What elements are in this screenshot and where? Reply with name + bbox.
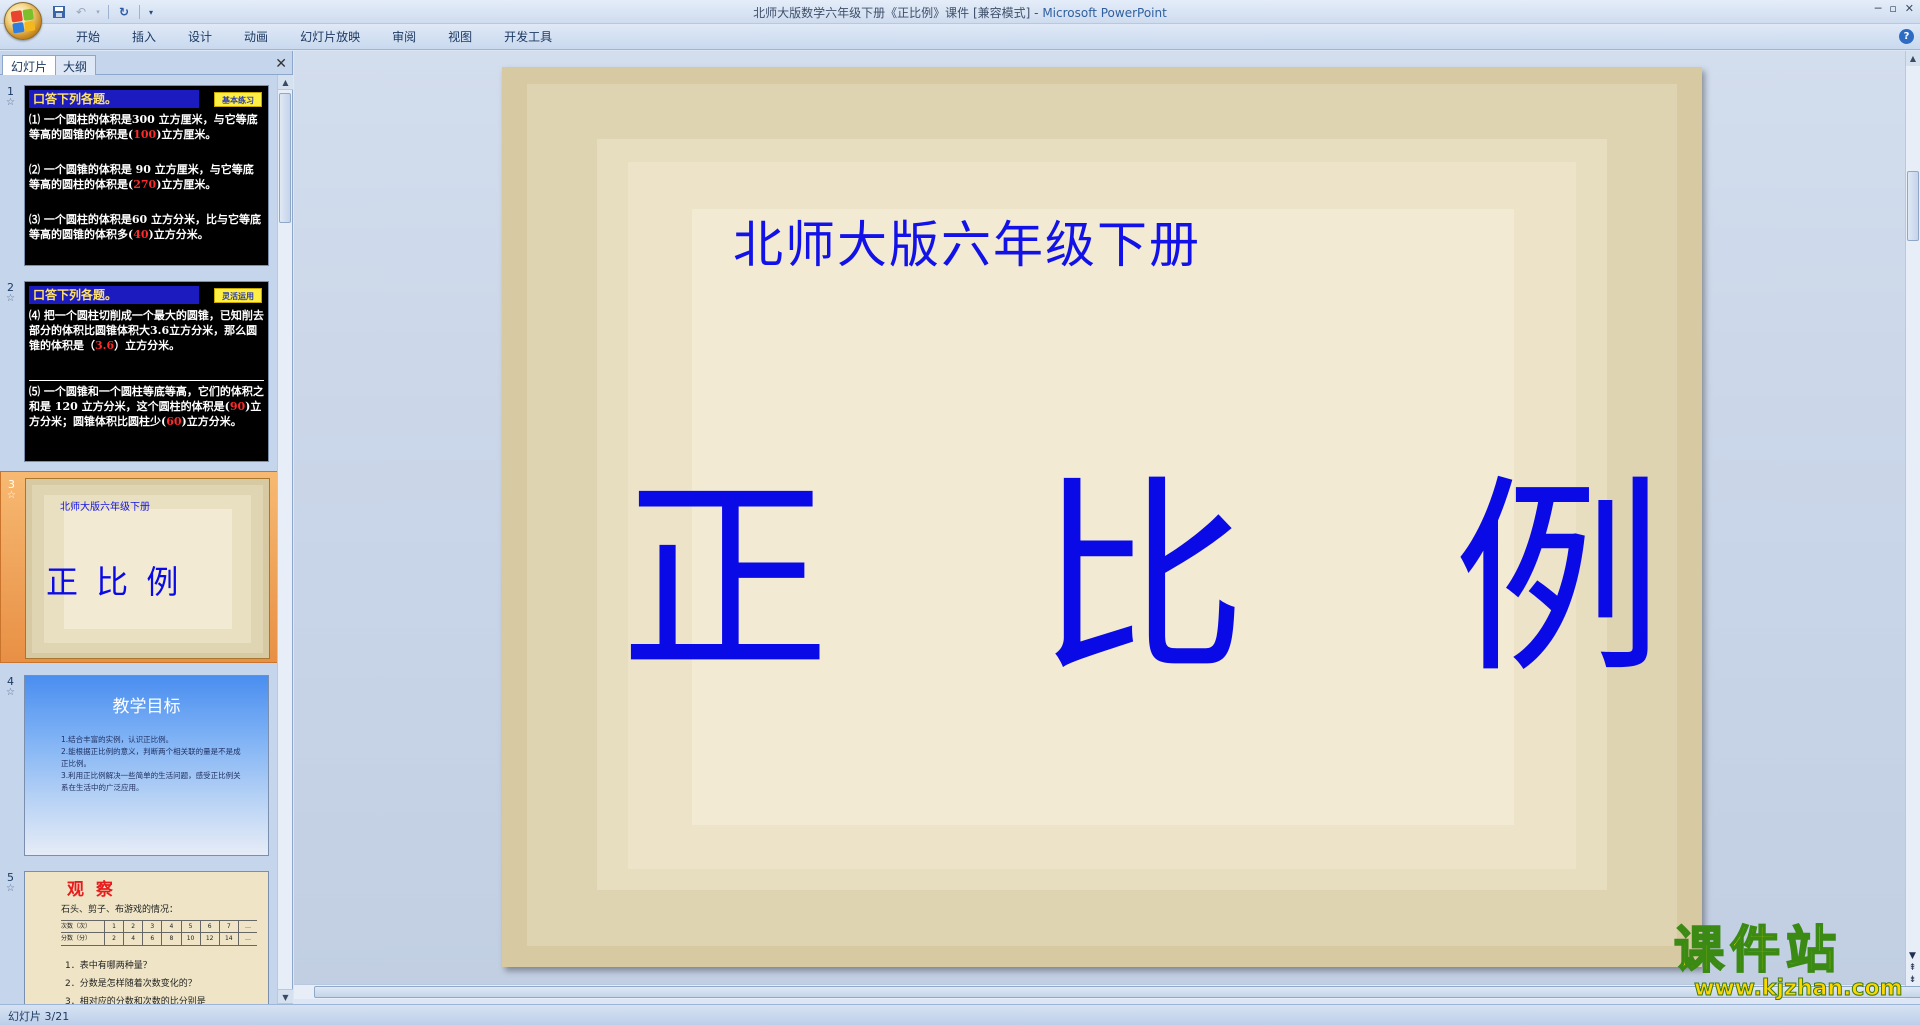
thumbnail-title: 教学目标 [112,697,181,717]
thumbnail-title: 观 察 [67,880,113,900]
animation-star-icon: ☆ [6,97,15,108]
thumbnail-slide-5[interactable]: 观 察 石头、剪子、布游戏的情况： 次数（次） 1 2 3 4 5 6 7 … [24,871,269,1004]
slide-badge: 灵活运用 [214,288,262,303]
close-window-icon[interactable]: ✕ [1905,2,1914,15]
question-1: ⑴ 一个圆柱的体积是300 立方厘米，与它等底等高的圆锥的体积是(100)立方厘… [29,113,258,141]
thumbnail-slide-1[interactable]: 口答下列各题。 基本练习 ⑴ 一个圆柱的体积是300 立方厘米，与它等底等高的圆… [24,85,269,266]
tab-developer[interactable]: 开发工具 [488,29,568,45]
thumbnail-title: 正 比 例 [46,563,183,601]
question-2: ⑵ 一个圆锥的体积是 90 立方厘米，与它等底等高的圆柱的体积是(270)立方厘… [29,163,254,191]
tab-review[interactable]: 审阅 [376,29,432,45]
maximize-icon[interactable]: ▫ [1889,2,1896,15]
tab-slideshow[interactable]: 幻灯片放映 [284,29,376,45]
scroll-thumb[interactable] [1907,171,1919,241]
thumbnail-table: 次数（次） 1 2 3 4 5 6 7 … 分数（分） 2 4 6 8 10 1… [61,920,257,946]
title-bar: ↶ ▾ ↻ ▾ 北师大版数学六年级下册《正比例》课件 [兼容模式] - Micr… [0,0,1920,40]
ribbon-tabs: 开始 插入 设计 动画 幻灯片放映 审阅 视图 开发工具 [60,29,568,45]
minimize-icon[interactable]: ─ [1875,2,1882,15]
watermark-logo: 课件站 [1673,921,1842,979]
thumbnail-list: 1 ☆ 口答下列各题。 基本练习 ⑴ 一个圆柱的体积是300 立方厘米，与它等底… [0,79,278,1004]
question-3: ⑶ 一个圆柱的体积是60 立方分米，比与它等底等高的圆锥的体积多(40)立方分米… [29,213,261,241]
animation-star-icon: ☆ [7,490,16,501]
window-controls: ─ ▫ ✕ [1875,2,1914,15]
watermark-url: www.kjzhan.com [1694,976,1904,1002]
slide-counter: 幻灯片 3/21 [8,1010,70,1023]
editor-vertical-scrollbar[interactable]: ▲ [1905,51,1920,989]
thumbnail-row-4[interactable]: 4 ☆ 教学目标 1.结合丰富的实例，认识正比例。 2.能根据正比例的意义，判断… [0,669,278,859]
scroll-up-icon[interactable]: ▲ [278,75,293,90]
slide-header: 口答下列各题。 [29,286,199,304]
thumbnail-question-3: 3．相对应的分数和次数的比分别是 [65,997,206,1004]
status-bar: 幻灯片 3/21 [0,1004,1920,1025]
slide-badge: 基本练习 [214,92,262,107]
app-name: Microsoft PowerPoint [1042,6,1167,20]
thumbnail-slide-2[interactable]: 口答下列各题。 灵活运用 ⑷ 把一个圆柱切削成一个最大的圆锥，已知削去部分的体积… [24,281,269,462]
thumbnail-slide-3[interactable]: 北师大版六年级下册 正 比 例 [25,478,270,659]
panel-tabs: 幻灯片 大纲 ✕ [0,53,293,75]
office-button[interactable] [4,2,42,40]
tab-design[interactable]: 设计 [172,29,228,45]
thumbnail-slide-4[interactable]: 教学目标 1.结合丰富的实例，认识正比例。 2.能根据正比例的意义，判断两个相关… [24,675,269,856]
thumbnail-subtitle: 北师大版六年级下册 [60,502,150,513]
thumbnail-row-3[interactable]: 3 ☆ 北师大版六年级下册 正 比 例 [0,471,278,663]
animation-star-icon: ☆ [6,293,15,304]
thumbnail-row-5[interactable]: 5 ☆ 观 察 石头、剪子、布游戏的情况： 次数（次） 1 2 3 4 5 6 … [0,865,278,1004]
animation-star-icon: ☆ [6,883,15,894]
slide-header: 口答下列各题。 [29,90,199,108]
slides-panel: 幻灯片 大纲 ✕ 1 ☆ 口答下列各题。 基本练习 ⑴ 一个圆柱的体积是300 … [0,51,293,1004]
tab-animations[interactable]: 动画 [228,29,284,45]
question-5: ⑸ 一个圆锥和一个圆柱等底等高，它们的体积之和是 120 立方分米，这个圆柱的体… [29,385,264,428]
watermark: 课件站 www.kjzhan.com [1670,921,1920,1002]
thumbnail-intro: 石头、剪子、布游戏的情况： [61,905,179,915]
scroll-thumb[interactable] [279,93,291,223]
slide-subtitle[interactable]: 北师大版六年级下册 [733,205,1201,277]
thumbnail-scrollbar[interactable]: ▲ ▼ [277,75,293,1004]
slide-title[interactable]: 正 比 例 [620,470,1734,690]
animation-star-icon: ☆ [6,687,15,698]
thumbnail-row-1[interactable]: 1 ☆ 口答下列各题。 基本练习 ⑴ 一个圆柱的体积是300 立方厘米，与它等底… [0,79,278,269]
ribbon: 开始 插入 设计 动画 幻灯片放映 审阅 视图 开发工具 ? [0,24,1920,50]
tab-slides[interactable]: 幻灯片 [2,55,57,75]
close-panel-icon[interactable]: ✕ [275,56,287,72]
editor-horizontal-scrollbar[interactable] [294,984,1920,999]
tab-home[interactable]: 开始 [60,29,116,45]
office-logo-icon [10,8,36,34]
tab-view[interactable]: 视图 [432,29,488,45]
question-4: ⑷ 把一个圆柱切削成一个最大的圆锥，已知削去部分的体积比圆锥体积大3.6立方分米… [29,309,264,352]
tab-insert[interactable]: 插入 [116,29,172,45]
thumbnail-question-2: 2．分数是怎样随着次数变化的？ [65,979,197,989]
scroll-up-icon[interactable]: ▲ [1906,51,1920,66]
thumbnail-body: 1.结合丰富的实例，认识正比例。 2.能根据正比例的意义，判断两个相关联的量是不… [61,735,241,792]
tab-outline[interactable]: 大纲 [54,55,97,75]
window-title-text: 北师大版数学六年级下册《正比例》课件 [兼容模式] - [753,6,1043,20]
help-icon[interactable]: ? [1899,29,1914,44]
scroll-down-icon[interactable]: ▼ [278,989,293,1004]
thumbnail-question-1: 1．表中有哪两种量？ [65,961,152,971]
thumbnail-row-2[interactable]: 2 ☆ 口答下列各题。 灵活运用 ⑷ 把一个圆柱切削成一个最大的圆锥，已知削去部… [0,275,278,465]
window-title: 北师大版数学六年级下册《正比例》课件 [兼容模式] - Microsoft Po… [0,4,1920,21]
